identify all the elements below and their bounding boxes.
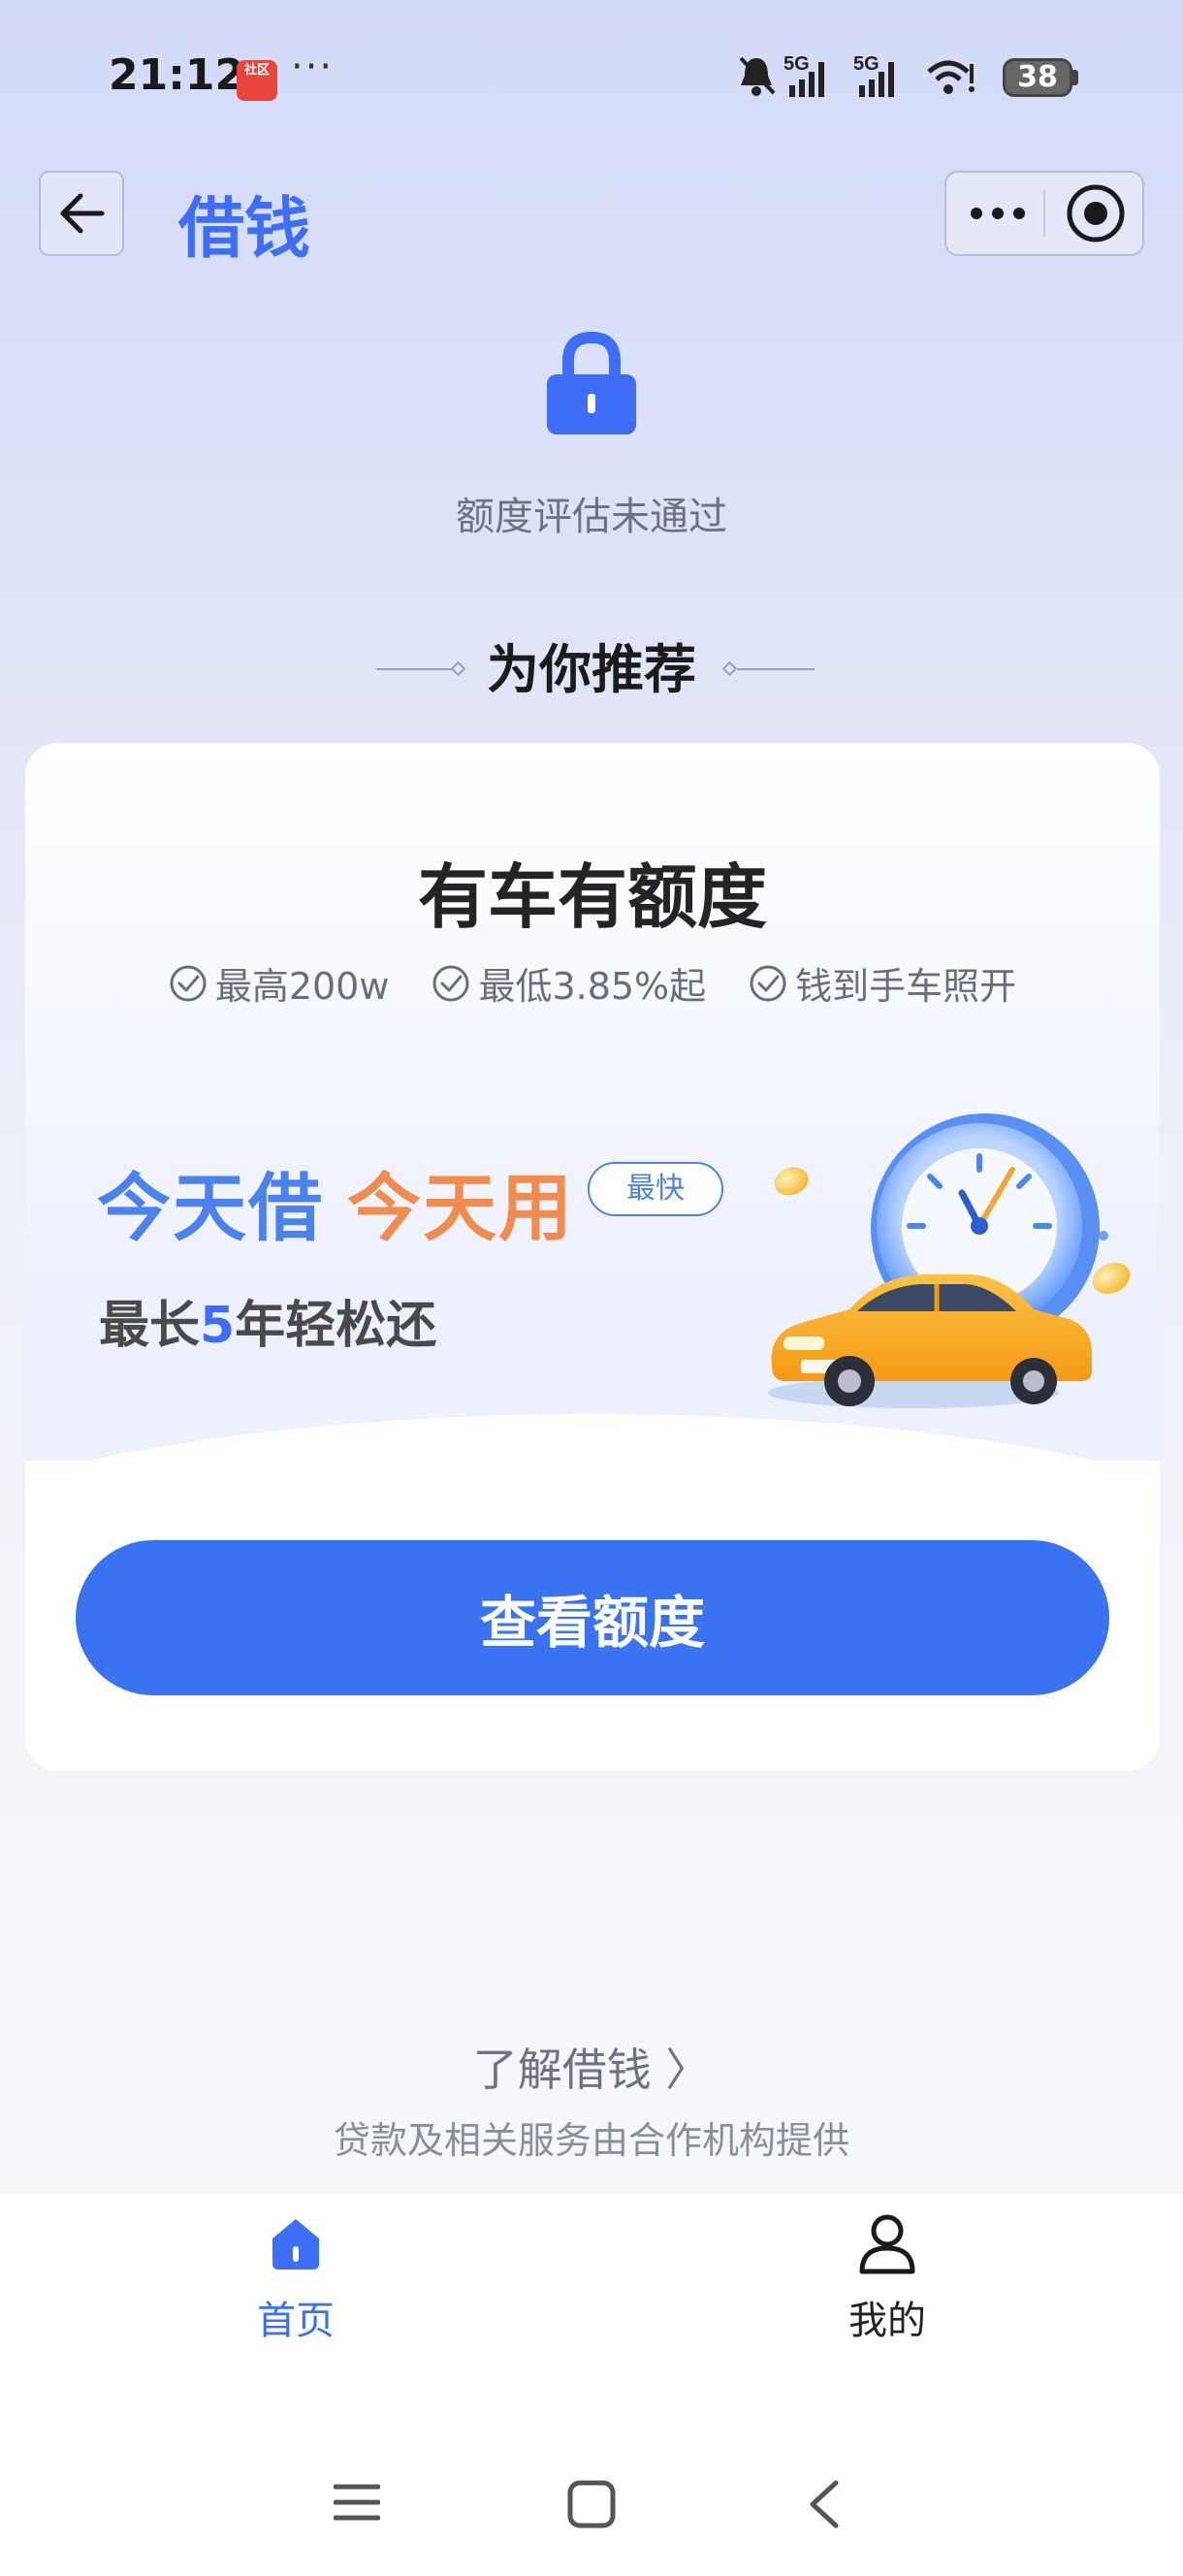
feature-label: 钱到手车照开 (795, 965, 1017, 1008)
slogan-part-2: 今天用 (347, 1165, 574, 1251)
lock-icon (547, 331, 636, 435)
arrow-left-icon (60, 193, 105, 234)
feature-label: 最低3.85%起 (478, 965, 707, 1008)
tab-mine[interactable]: 我的 (815, 2211, 960, 2347)
feature-item: 钱到手车照开 (749, 956, 1016, 1010)
slogan-part-1: 今天借 (97, 1165, 324, 1251)
tab-home-label: 首页 (257, 2299, 335, 2343)
mute-bell-icon (739, 56, 776, 96)
feature-list: 最高200w 最低3.85%起 钱到手车照开 (25, 956, 1160, 1010)
close-mini-program-button[interactable] (1067, 184, 1125, 242)
card-title: 有车有额度 (417, 856, 767, 938)
feature-item: 最高200w (169, 956, 390, 1010)
page-title: 借钱 (178, 191, 311, 268)
recommend-card[interactable]: 有车有额度 最高200w 最低3.85%起 钱到手车照开 今天借 今天用 最快 … (25, 743, 1160, 1771)
recent-apps-icon[interactable] (334, 2479, 380, 2526)
check-circle-icon (170, 965, 207, 1001)
tab-mine-label: 我的 (848, 2299, 926, 2343)
repay-term: 最长5年轻松还 (99, 1284, 436, 1357)
provider-note: 贷款及相关服务由合作机构提供 (333, 2119, 849, 2162)
check-circle-icon (432, 965, 469, 1001)
target-close-icon (1067, 184, 1125, 242)
slogan: 今天借 今天用 (97, 1148, 574, 1255)
fastest-badge: 最快 (588, 1162, 723, 1216)
nav-back-icon[interactable] (805, 2479, 844, 2529)
status-time: 21:12 (109, 50, 245, 100)
view-credit-button[interactable]: 查看额度 (76, 1540, 1109, 1695)
learn-more-link[interactable]: 了解借钱 〉 (0, 2035, 1183, 2099)
more-button[interactable] (964, 184, 1032, 242)
wifi-icon (927, 60, 975, 94)
repay-suffix: 年轻松还 (235, 1297, 437, 1355)
feature-label: 最高200w (214, 965, 390, 1008)
back-button[interactable] (39, 171, 124, 256)
feature-item: 最低3.85%起 (432, 956, 706, 1010)
battery-level: 38 (1017, 60, 1058, 94)
user-icon (859, 2214, 915, 2274)
capsule-divider (1043, 190, 1045, 237)
check-circle-icon (750, 965, 786, 1001)
title-decoration-right (721, 661, 815, 677)
home-square-icon[interactable] (566, 2479, 617, 2529)
svg-text:5G: 5G (783, 53, 810, 75)
svg-text:5G: 5G (853, 53, 879, 75)
battery-tip (1072, 70, 1078, 85)
home-icon (272, 2219, 319, 2270)
more-dots-icon (971, 208, 1025, 219)
status-more-dots: ··· (291, 45, 335, 89)
section-title: 为你推荐 (487, 639, 696, 700)
repay-years: 5 (200, 1297, 236, 1355)
signal-icon-2: 5G (853, 53, 894, 97)
signal-icon-1: 5G (783, 53, 824, 97)
app-badge: 社区 (237, 60, 277, 101)
assessment-status: 额度评估未通过 (456, 495, 727, 539)
tab-home[interactable]: 首页 (223, 2211, 368, 2347)
repay-prefix: 最长 (99, 1297, 201, 1355)
clock-car-illustration (768, 1113, 1131, 1408)
